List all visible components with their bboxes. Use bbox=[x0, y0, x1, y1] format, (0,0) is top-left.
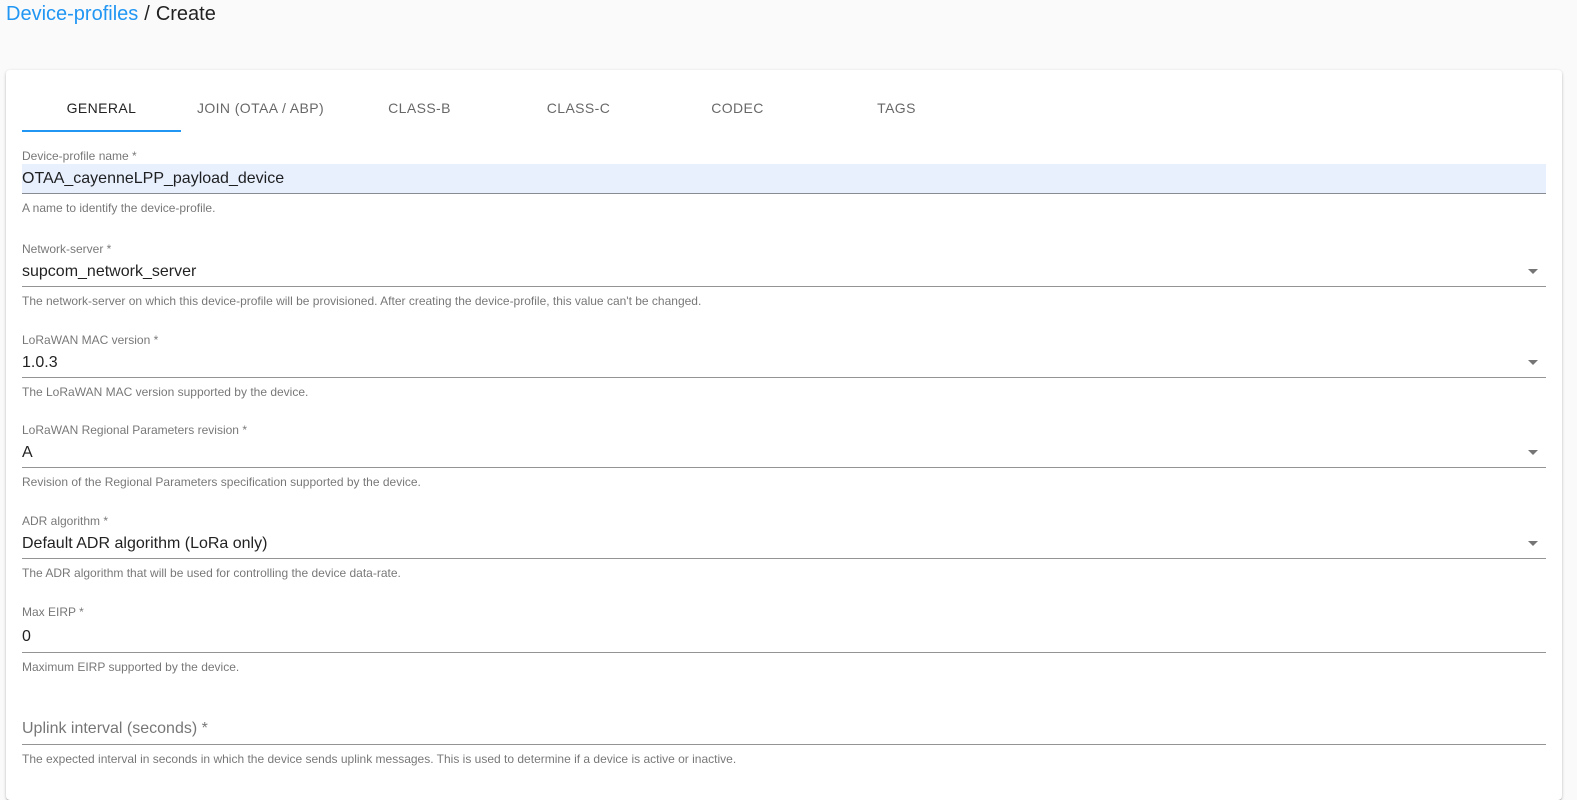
breadcrumb-current: Create bbox=[155, 3, 216, 25]
regional-params-label: LoRaWAN Regional Parameters revision * bbox=[22, 423, 247, 437]
tab-class-b[interactable]: CLASS-B bbox=[340, 84, 499, 132]
chevron-down-icon[interactable] bbox=[1528, 360, 1538, 365]
mac-version-select[interactable]: 1.0.3 bbox=[22, 348, 1546, 378]
network-server-select[interactable]: supcom_network_server bbox=[22, 257, 1546, 287]
uplink-interval-field: Uplink interval (seconds) * The expected… bbox=[22, 712, 1546, 767]
breadcrumb-separator: / bbox=[144, 3, 150, 25]
tab-join[interactable]: JOIN (OTAA / ABP) bbox=[181, 84, 340, 132]
max-eirp-value: 0 bbox=[22, 628, 31, 645]
tab-bar: GENERAL JOIN (OTAA / ABP) CLASS-B CLASS-… bbox=[22, 84, 976, 132]
max-eirp-input[interactable]: 0 bbox=[22, 620, 1546, 653]
mac-version-label: LoRaWAN MAC version * bbox=[22, 333, 159, 347]
adr-algorithm-select[interactable]: Default ADR algorithm (LoRa only) bbox=[22, 529, 1546, 559]
network-server-field: Network-server * supcom_network_server T… bbox=[22, 241, 1546, 309]
device-profile-name-value: OTAA_cayenneLPP_payload_device bbox=[22, 170, 285, 187]
device-profile-name-field: Device-profile name * OTAA_cayenneLPP_pa… bbox=[22, 148, 1546, 216]
tab-codec[interactable]: CODEC bbox=[658, 84, 817, 132]
regional-params-helper: Revision of the Regional Parameters spec… bbox=[22, 475, 421, 489]
adr-algorithm-label: ADR algorithm * bbox=[22, 514, 109, 528]
network-server-label: Network-server * bbox=[22, 242, 112, 256]
adr-algorithm-field: ADR algorithm * Default ADR algorithm (L… bbox=[22, 513, 1546, 581]
max-eirp-field: Max EIRP * 0 Maximum EIRP supported by t… bbox=[22, 604, 1546, 675]
mac-version-value: 1.0.3 bbox=[22, 354, 58, 371]
uplink-interval-placeholder: Uplink interval (seconds) * bbox=[22, 720, 208, 737]
tab-class-c[interactable]: CLASS-C bbox=[499, 84, 658, 132]
regional-params-value: A bbox=[22, 444, 33, 461]
network-server-helper: The network-server on which this device-… bbox=[22, 294, 702, 308]
regional-params-field: LoRaWAN Regional Parameters revision * A… bbox=[22, 422, 1546, 490]
device-profile-form-card: GENERAL JOIN (OTAA / ABP) CLASS-B CLASS-… bbox=[6, 70, 1562, 800]
chevron-down-icon[interactable] bbox=[1528, 541, 1538, 546]
tab-general[interactable]: GENERAL bbox=[22, 84, 181, 132]
adr-algorithm-value: Default ADR algorithm (LoRa only) bbox=[22, 535, 268, 552]
device-profile-name-input[interactable]: OTAA_cayenneLPP_payload_device bbox=[22, 164, 1546, 194]
max-eirp-label: Max EIRP * bbox=[22, 605, 84, 619]
chevron-down-icon[interactable] bbox=[1528, 269, 1538, 274]
uplink-interval-input[interactable]: Uplink interval (seconds) * bbox=[22, 712, 1546, 745]
breadcrumb: Device-profiles / Create bbox=[6, 0, 216, 28]
tab-tags[interactable]: TAGS bbox=[817, 84, 976, 132]
device-profile-name-helper: A name to identify the device-profile. bbox=[22, 201, 216, 215]
uplink-interval-helper: The expected interval in seconds in whic… bbox=[22, 752, 737, 766]
breadcrumb-device-profiles-link[interactable]: Device-profiles bbox=[6, 3, 138, 25]
adr-algorithm-helper: The ADR algorithm that will be used for … bbox=[22, 566, 401, 580]
mac-version-helper: The LoRaWAN MAC version supported by the… bbox=[22, 385, 309, 399]
mac-version-field: LoRaWAN MAC version * 1.0.3 The LoRaWAN … bbox=[22, 332, 1546, 400]
network-server-value: supcom_network_server bbox=[22, 263, 197, 280]
chevron-down-icon[interactable] bbox=[1528, 450, 1538, 455]
regional-params-select[interactable]: A bbox=[22, 438, 1546, 468]
device-profile-name-label: Device-profile name * bbox=[22, 149, 137, 163]
max-eirp-helper: Maximum EIRP supported by the device. bbox=[22, 660, 240, 674]
